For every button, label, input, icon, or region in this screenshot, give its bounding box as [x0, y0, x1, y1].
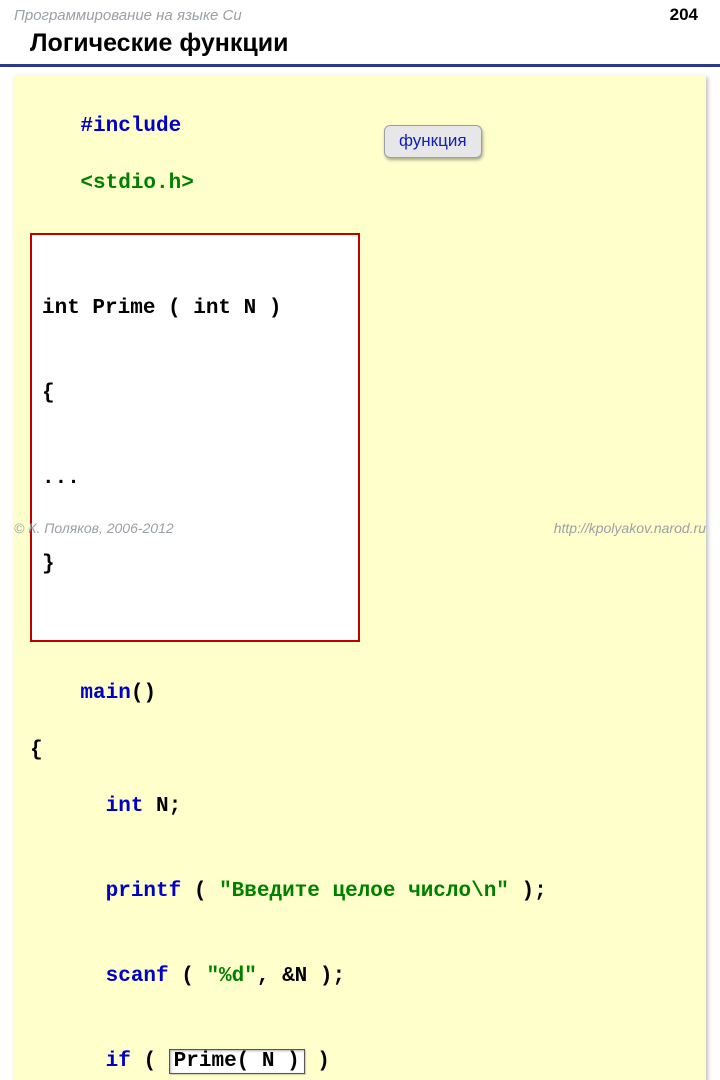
code-block: #include <stdio.h> int Prime ( int N ) {…: [14, 75, 706, 1080]
func-line-1: int Prime ( int N ): [42, 295, 348, 323]
course-name: Программирование на языке Си: [14, 7, 242, 24]
function-definition-box: int Prime ( int N ) { ... }: [30, 233, 360, 642]
printf-keyword-1: printf: [80, 880, 181, 903]
brace-open: {: [30, 737, 690, 765]
footer-url: http://kpolyakov.narod.ru: [554, 520, 706, 536]
include-header: <stdio.h>: [80, 172, 193, 195]
page-title: Логические функции: [0, 26, 720, 64]
var-decl: N;: [156, 795, 181, 818]
copyright: © К. Поляков, 2006-2012: [14, 520, 174, 536]
include-keyword: #include: [80, 115, 181, 138]
int-keyword: int: [80, 795, 156, 818]
page-number: 204: [662, 4, 706, 26]
main-parens: (): [131, 682, 156, 705]
func-line-2: {: [42, 380, 348, 408]
string-literal-2: "%d": [206, 965, 256, 988]
footer: © К. Поляков, 2006-2012 http://kpolyakov…: [0, 520, 720, 536]
string-literal-1: "Введите целое число\n": [219, 880, 509, 903]
main-keyword: main: [80, 682, 130, 705]
if-keyword: if: [80, 1050, 130, 1073]
func-line-3: ...: [42, 465, 348, 493]
prime-call-box: Prime( N ): [169, 1049, 305, 1074]
title-underline: [0, 64, 720, 67]
func-line-4: }: [42, 551, 348, 579]
header: Программирование на языке Си 204: [0, 0, 720, 26]
scanf-keyword: scanf: [80, 965, 168, 988]
function-label: функция: [384, 125, 482, 158]
